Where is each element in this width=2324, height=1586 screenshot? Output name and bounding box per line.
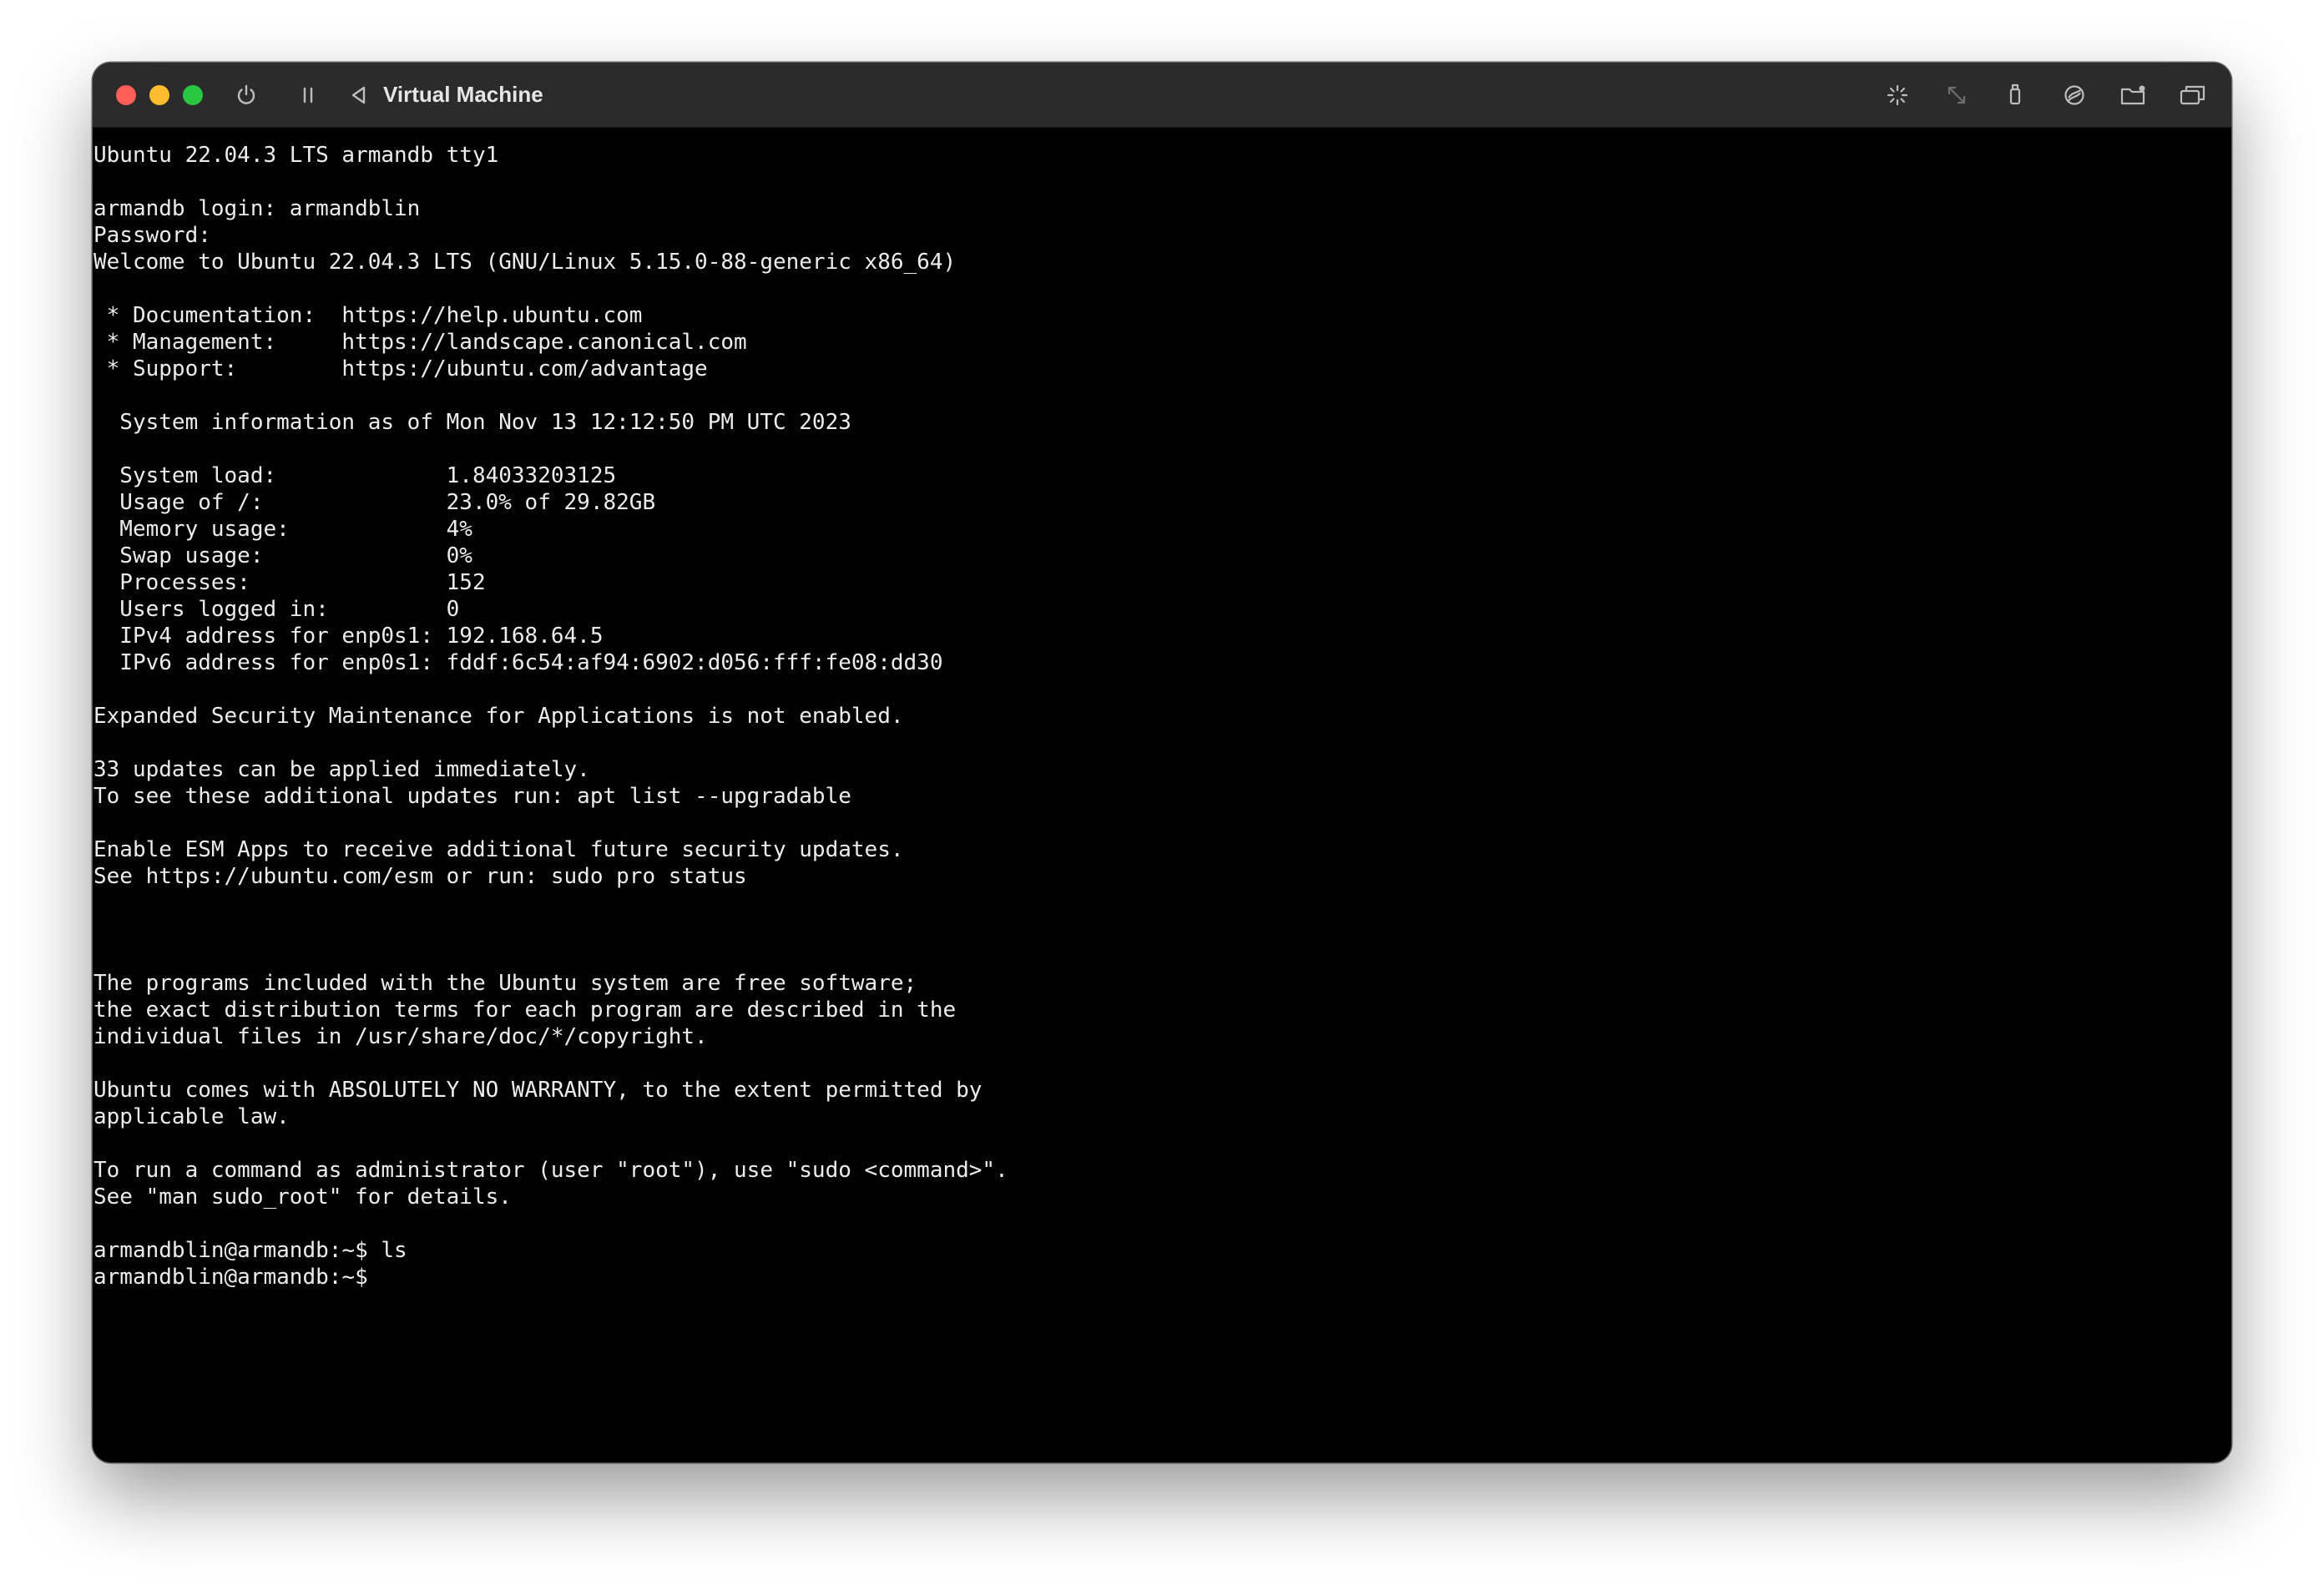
maximize-window-button[interactable]: [183, 85, 203, 105]
terminal-line: System information as of Mon Nov 13 12:1…: [93, 410, 851, 435]
terminal-line: To run a command as administrator (user …: [93, 1158, 1008, 1183]
network-icon[interactable]: [2060, 81, 2089, 109]
title-bar: Virtual Machine: [93, 63, 2231, 128]
terminal-line: the exact distribution terms for each pr…: [93, 998, 957, 1023]
terminal-line: The programs included with the Ubuntu sy…: [93, 971, 917, 996]
terminal-console[interactable]: Ubuntu 22.04.3 LTS armandb tty1 armandb l…: [93, 142, 2231, 1462]
terminal-line: Users logged in: 0: [93, 597, 460, 622]
power-icon[interactable]: [232, 81, 260, 109]
terminal-line: To see these additional updates run: apt…: [93, 784, 851, 809]
terminal-line: * Management: https://landscape.canonica…: [93, 330, 747, 355]
minimize-window-button[interactable]: [149, 85, 169, 105]
terminal-line: Processes: 152: [93, 570, 486, 595]
terminal-line: 33 updates can be applied immediately.: [93, 757, 590, 782]
terminal-line: individual files in /usr/share/doc/*/cop…: [93, 1024, 708, 1049]
resize-icon[interactable]: [1943, 81, 1971, 109]
terminal-line: Expanded Security Maintenance for Applic…: [93, 704, 904, 729]
terminal-line: See https://ubuntu.com/esm or run: sudo …: [93, 864, 747, 889]
back-icon[interactable]: [345, 81, 373, 109]
terminal-line: applicable law.: [93, 1104, 290, 1129]
terminal-line: Swap usage: 0%: [93, 543, 472, 568]
terminal-line: IPv6 address for enp0s1: fddf:6c54:af94:…: [93, 650, 943, 675]
terminal-line: armandblin@armandb:~$: [93, 1265, 368, 1290]
terminal-line: IPv4 address for enp0s1: 192.168.64.5: [93, 624, 604, 649]
brightness-icon[interactable]: [1883, 81, 1912, 109]
window-tiles-icon[interactable]: [2179, 81, 2207, 109]
terminal-line: System load: 1.84033203125: [93, 463, 617, 488]
terminal-line: Enable ESM Apps to receive additional fu…: [93, 837, 904, 862]
terminal-line: Password:: [93, 223, 211, 248]
usb-device-icon[interactable]: [2001, 81, 2029, 109]
close-window-button[interactable]: [116, 85, 136, 105]
terminal-line: Welcome to Ubuntu 22.04.3 LTS (GNU/Linux…: [93, 250, 957, 275]
terminal-line: See "man sudo_root" for details.: [93, 1184, 512, 1210]
terminal-line: armandb login: armandblin: [93, 196, 421, 221]
terminal-line: Ubuntu comes with ABSOLUTELY NO WARRANTY…: [93, 1078, 983, 1103]
terminal-line: Ubuntu 22.04.3 LTS armandb tty1: [93, 143, 499, 168]
terminal-line: * Support: https://ubuntu.com/advantage: [93, 356, 708, 381]
terminal-line: Usage of /: 23.0% of 29.82GB: [93, 490, 656, 515]
window-title: Virtual Machine: [383, 82, 543, 107]
vm-window: Virtual Machine Ubuntu 22.04.3 LTS arman…: [93, 63, 2231, 1462]
terminal-line: Memory usage: 4%: [93, 517, 472, 542]
shared-folder-icon[interactable]: [2119, 81, 2148, 109]
pause-icon[interactable]: [294, 81, 322, 109]
terminal-line: * Documentation: https://help.ubuntu.com: [93, 303, 643, 328]
terminal-line: armandblin@armandb:~$ ls: [93, 1238, 407, 1263]
